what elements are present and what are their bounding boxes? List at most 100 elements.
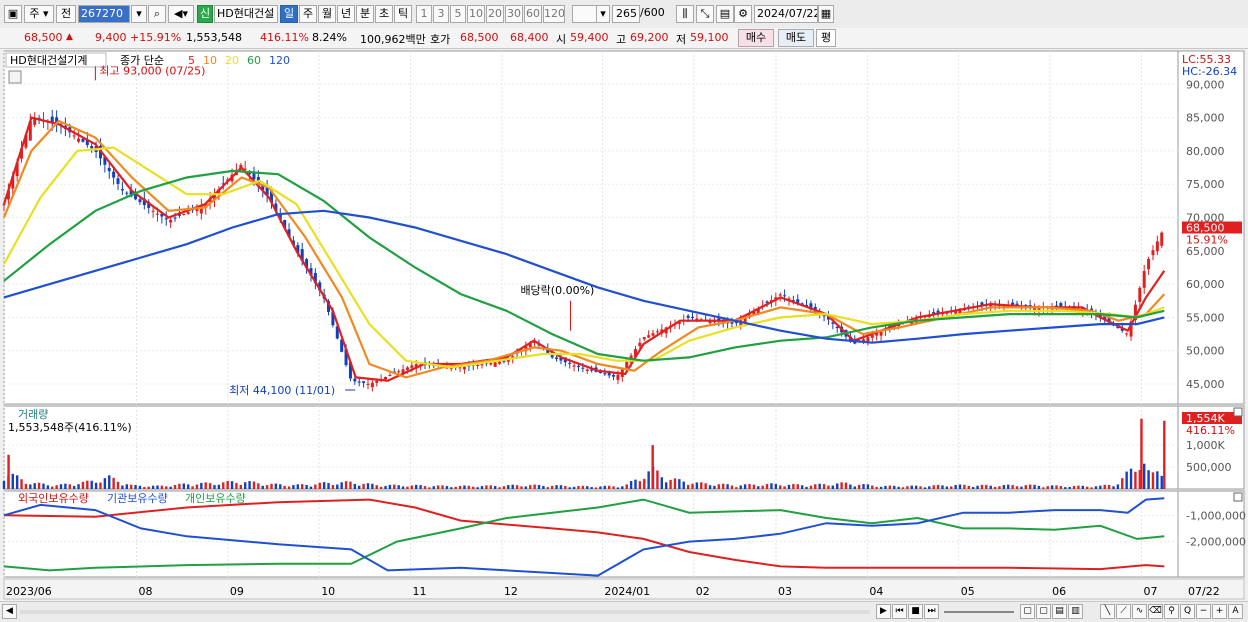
candle-body <box>1125 333 1129 335</box>
scroll-left-icon[interactable]: ◀ <box>2 604 17 619</box>
volume-bar <box>805 486 808 489</box>
speaker-icon[interactable]: ◀▾ <box>168 5 194 23</box>
zoom-reset-icon[interactable]: Q <box>1180 604 1195 619</box>
y-tick-label: 500,000 <box>1186 461 1232 474</box>
volume-bar <box>169 486 172 489</box>
window-menu-icon[interactable]: ▣ <box>4 5 22 23</box>
volume-bar <box>68 484 71 489</box>
volume-bar <box>226 480 229 489</box>
stock-code-input[interactable]: 267270 <box>78 5 130 23</box>
magnify-icon[interactable]: ⚲ <box>1164 604 1179 619</box>
volume-bar <box>358 485 361 489</box>
gear-icon[interactable]: ⚙ <box>734 5 752 23</box>
volume-title: 거래량 <box>18 408 48 421</box>
candle-body <box>576 365 580 367</box>
price-change: 9,400 <box>95 31 127 44</box>
eval-button[interactable]: 평 <box>816 29 836 47</box>
period-code-button[interactable]: 전 <box>56 5 76 23</box>
minute-option-30[interactable]: 30 <box>505 5 523 23</box>
volume-bar <box>533 484 536 489</box>
calendar-icon[interactable]: ▦ <box>818 5 834 23</box>
layout-icon-2[interactable]: ▢ <box>1036 604 1051 619</box>
zoom-slider[interactable] <box>944 611 1014 613</box>
y-tick-label: 1,000K <box>1186 439 1225 452</box>
volume-bar <box>64 483 67 489</box>
volume-bar <box>37 482 41 489</box>
up-arrow-icon: ▲ <box>66 32 73 42</box>
tab-period-0[interactable]: 일 <box>280 5 298 23</box>
ma-legend-20: 20 <box>225 54 239 67</box>
volume-bar <box>866 484 870 489</box>
volume-bar <box>849 484 852 489</box>
candle-body <box>397 371 401 373</box>
draw-wave-icon[interactable]: ∿ <box>1132 604 1147 619</box>
tab-period-4[interactable]: 분 <box>356 5 374 23</box>
first-page-icon[interactable]: ⏮ <box>892 604 907 619</box>
minute-option-1[interactable]: 1 <box>416 5 432 23</box>
date-input[interactable]: 2024/07/22 <box>754 5 818 23</box>
font-size-icon[interactable]: A <box>1228 604 1243 619</box>
minute-option-10[interactable]: 10 <box>467 5 485 23</box>
minute-option-3[interactable]: 3 <box>433 5 449 23</box>
volume-bar <box>634 479 637 489</box>
current-price: 68,500 <box>24 31 63 44</box>
hc-label: HC:-26.34 <box>1182 65 1237 78</box>
last-page-icon[interactable]: ⏭ <box>924 604 939 619</box>
volume-bar <box>344 481 348 489</box>
stock-name-field[interactable]: HD현대건설 <box>214 5 278 23</box>
save-icon[interactable]: ▤ <box>716 5 734 23</box>
volume-bar <box>1077 485 1080 489</box>
minute-option-60[interactable]: 60 <box>524 5 542 23</box>
volume-bar <box>143 487 146 489</box>
crosshair-icon[interactable]: ⤡ <box>696 5 714 23</box>
tab-period-2[interactable]: 월 <box>318 5 336 23</box>
search-icon[interactable]: ⌕ <box>148 5 166 23</box>
low-annotation: 최저 44,100 (11/01) <box>229 384 335 397</box>
volume-bar <box>656 470 659 489</box>
buy-button[interactable]: 매수 <box>738 29 774 47</box>
volume-bar <box>572 486 576 489</box>
tab-period-1[interactable]: 주 <box>299 5 317 23</box>
chevron-down-icon[interactable]: ▾ <box>131 5 147 23</box>
volume-bar <box>761 485 764 489</box>
market-select[interactable]: 주 ▾ <box>24 5 54 23</box>
volume-bar <box>331 485 335 489</box>
volume-bar <box>384 485 387 489</box>
minute-option-5[interactable]: 5 <box>450 5 466 23</box>
volume-bar <box>243 482 247 489</box>
scroll-right-icon[interactable]: ▶ <box>876 604 891 619</box>
volume-bar <box>314 484 317 489</box>
tab-period-5[interactable]: 초 <box>375 5 393 23</box>
count-input[interactable]: 265 <box>612 5 640 23</box>
draw-trend-icon[interactable]: ⟋ <box>1116 604 1131 619</box>
candle-type-icon[interactable]: ⫼ <box>676 5 694 23</box>
volume-bar <box>397 485 400 489</box>
zoom-out-icon[interactable]: − <box>1196 604 1211 619</box>
zoom-in-icon[interactable]: + <box>1212 604 1227 619</box>
volume-bar <box>1064 487 1067 489</box>
chevron-down-icon[interactable]: ▾ <box>596 5 610 23</box>
tab-period-6[interactable]: 틱 <box>394 5 412 23</box>
volume-bar <box>454 486 457 489</box>
candle-body <box>1142 271 1146 288</box>
stop-icon[interactable]: ■ <box>908 604 923 619</box>
volume-bar <box>33 483 36 489</box>
volume-ratio: 416.11% <box>260 31 309 44</box>
minute-option-20[interactable]: 20 <box>486 5 504 23</box>
layout-icon-3[interactable]: ▤ <box>1052 604 1067 619</box>
volume-bar <box>270 483 273 489</box>
sell-button[interactable]: 매도 <box>778 29 814 47</box>
volume-bar <box>647 471 650 489</box>
volume-bar <box>200 482 203 489</box>
minute-option-120[interactable]: 120 <box>543 5 565 23</box>
draw-line-icon[interactable]: ╲ <box>1100 604 1115 619</box>
new-badge: 신 <box>197 5 213 23</box>
scroll-track[interactable] <box>20 610 870 614</box>
candle-body <box>182 213 186 216</box>
tab-period-3[interactable]: 년 <box>337 5 355 23</box>
layout-icon-4[interactable]: ▥ <box>1068 604 1083 619</box>
layout-icon[interactable]: ▢ <box>1020 604 1035 619</box>
erase-icon[interactable]: ⌫ <box>1148 604 1163 619</box>
volume-bar <box>700 482 703 489</box>
chart-canvas: 2023/06 08 09 10 11 12 2024/01 02 03 04 05 06 07 07/2… <box>2 50 1246 600</box>
